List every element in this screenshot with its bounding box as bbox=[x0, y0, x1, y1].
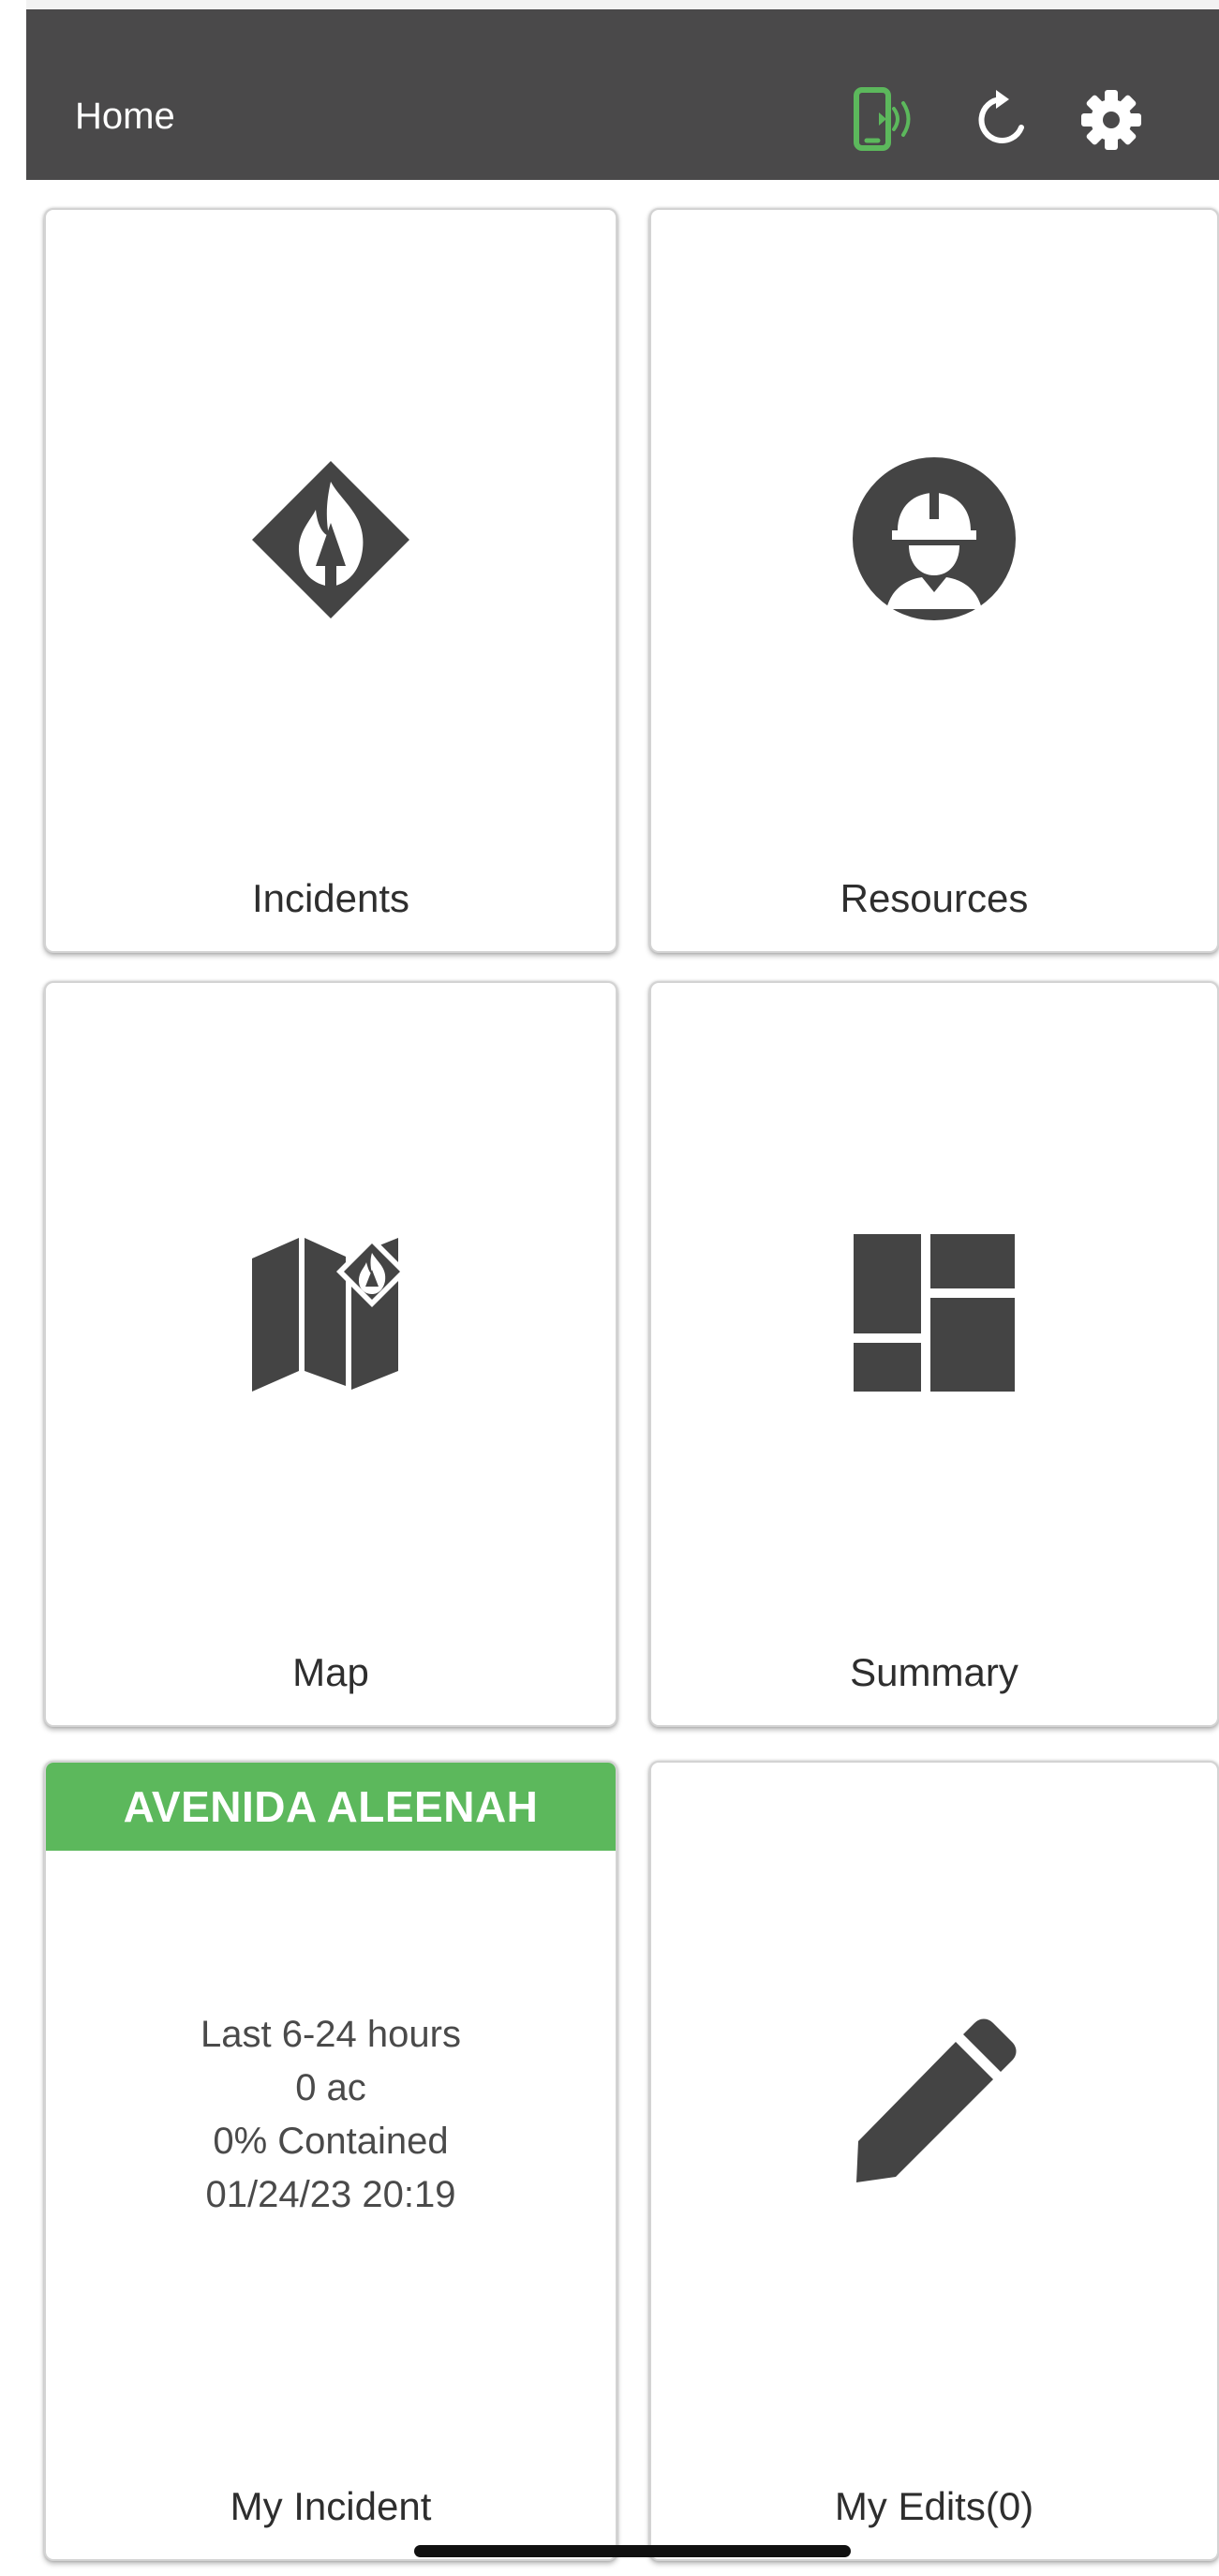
fire-diamond-icon bbox=[246, 455, 415, 624]
incident-acres: 0 ac bbox=[295, 2067, 366, 2108]
my-edits-tile[interactable]: My Edits(0) bbox=[649, 1761, 1219, 2561]
my-incident-tile[interactable]: AVENIDA ALEENAH Last 6-24 hours 0 ac 0% … bbox=[44, 1761, 617, 2561]
my-edits-label: My Edits(0) bbox=[834, 2484, 1034, 2528]
settings-icon[interactable] bbox=[1078, 86, 1145, 154]
resources-tile[interactable]: Resources bbox=[649, 208, 1219, 953]
incident-details: Last 6-24 hours 0 ac 0% Contained 01/24/… bbox=[46, 2008, 616, 2222]
incident-name-banner: AVENIDA ALEENAH bbox=[46, 1763, 616, 1851]
home-indicator bbox=[414, 2545, 851, 2557]
resources-label: Resources bbox=[840, 876, 1029, 920]
my-incident-label: My Incident bbox=[230, 2484, 432, 2528]
dashboard-icon bbox=[852, 1228, 1017, 1393]
incidents-tile[interactable]: Incidents bbox=[44, 208, 617, 953]
pencil-icon bbox=[847, 2014, 1021, 2188]
firefighter-icon bbox=[851, 455, 1018, 622]
incident-period: Last 6-24 hours bbox=[201, 2014, 461, 2055]
incidents-label: Incidents bbox=[251, 876, 410, 920]
device-connected-icon[interactable] bbox=[851, 86, 918, 154]
header-bar: Home bbox=[26, 0, 1219, 180]
incident-timestamp: 01/24/23 20:19 bbox=[205, 2174, 456, 2215]
map-label: Map bbox=[292, 1650, 369, 1694]
refresh-icon[interactable] bbox=[968, 86, 1035, 154]
home-screen: Home Incidents Resources Map Summary AVE… bbox=[0, 0, 1219, 2576]
map-tile[interactable]: Map bbox=[44, 981, 617, 1727]
summary-label: Summary bbox=[850, 1650, 1018, 1694]
summary-tile[interactable]: Summary bbox=[649, 981, 1219, 1727]
page-title: Home bbox=[75, 96, 175, 137]
incident-containment: 0% Contained bbox=[213, 2121, 449, 2162]
map-fire-icon bbox=[248, 1230, 413, 1395]
